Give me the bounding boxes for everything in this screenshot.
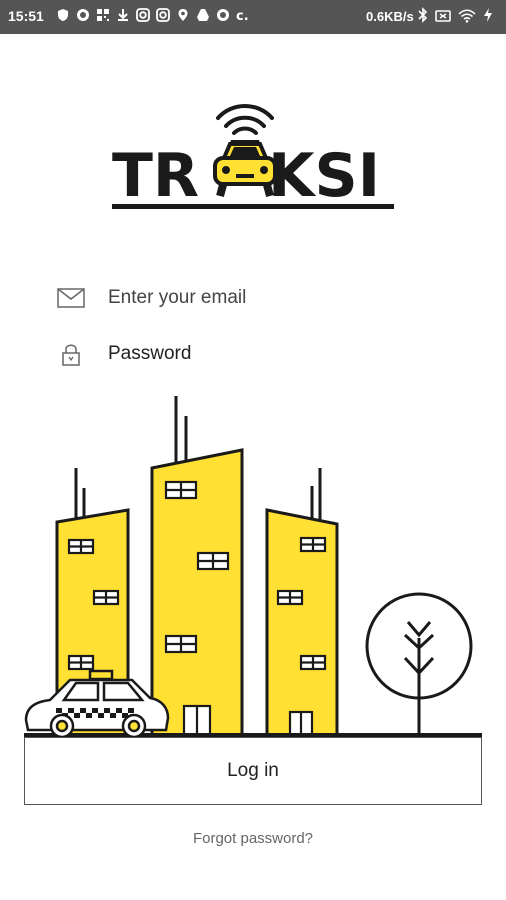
- svg-text:TR: TR: [112, 141, 199, 211]
- bluetooth-icon: [418, 7, 428, 27]
- city-illustration: [0, 390, 506, 750]
- qr-icon: [96, 7, 110, 21]
- wifi-signal-icon: [216, 104, 274, 135]
- window: [196, 551, 230, 571]
- instagram-icon: [156, 7, 170, 22]
- email-placeholder: Enter your email: [108, 287, 247, 308]
- lock-icon: [56, 342, 86, 366]
- window: [67, 654, 95, 671]
- login-button[interactable]: Log in: [24, 737, 482, 805]
- window: [92, 589, 120, 606]
- password-placeholder: Password: [108, 343, 192, 364]
- sim-icon: [435, 8, 451, 27]
- email-field[interactable]: Enter your email: [56, 280, 456, 316]
- download-icon: [116, 7, 130, 21]
- door: [288, 710, 314, 737]
- password-field[interactable]: Password: [56, 336, 456, 372]
- taxi-car-icon: [213, 140, 277, 198]
- window: [164, 480, 198, 500]
- shield-icon: [56, 7, 70, 21]
- system-icons: [418, 7, 493, 27]
- c-icon: c.: [236, 7, 250, 24]
- circle-icon: [76, 7, 90, 21]
- status-time: 15:51: [8, 8, 44, 24]
- wifi-icon: [458, 8, 476, 27]
- network-speed: 0.6KB/s: [366, 9, 414, 24]
- location-icon: [176, 7, 190, 21]
- status-bar: 15:51 c. 0.6KB/s: [0, 0, 506, 34]
- window: [299, 536, 327, 553]
- circle-icon: [216, 7, 230, 21]
- window: [67, 538, 95, 555]
- drive-icon: [196, 7, 210, 21]
- tree-icon: [365, 592, 473, 735]
- notification-icons: c.: [56, 7, 250, 24]
- svg-text:KSI: KSI: [268, 141, 380, 211]
- svg-text:c.: c.: [236, 9, 249, 22]
- envelope-icon: [56, 286, 86, 310]
- window: [276, 589, 304, 606]
- charging-icon: [483, 7, 493, 27]
- instagram-icon: [136, 7, 150, 22]
- taxi-icon: [24, 669, 170, 739]
- window: [164, 634, 198, 654]
- traksi-logo: TR KSI: [112, 100, 396, 215]
- forgot-password-link[interactable]: Forgot password?: [0, 830, 506, 847]
- window: [299, 654, 327, 671]
- door: [182, 704, 212, 737]
